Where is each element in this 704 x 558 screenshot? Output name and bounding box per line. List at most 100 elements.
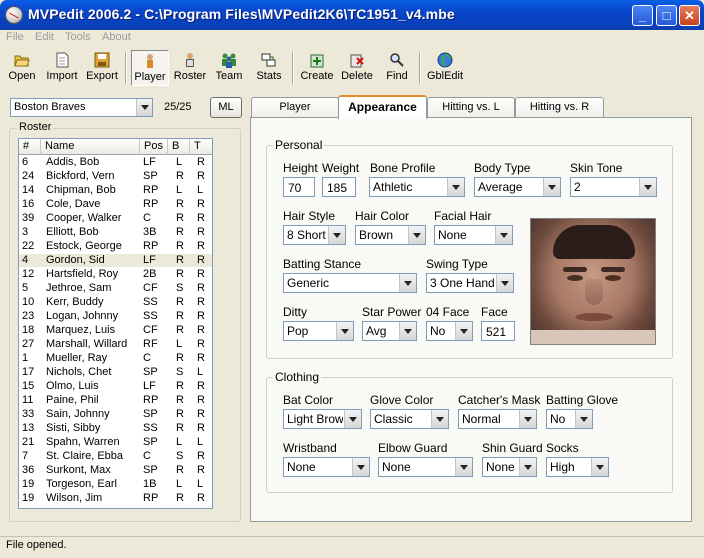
height-label: Height — [283, 161, 318, 175]
team-select[interactable]: Boston Braves — [10, 98, 153, 117]
column-header-pos[interactable]: Pos — [140, 139, 168, 155]
glove-color-select[interactable]: Classic — [370, 409, 449, 429]
table-row[interactable]: 39 Cooper, Walker C R R — [19, 212, 212, 225]
batting-stance-select[interactable]: Generic — [283, 273, 417, 293]
roster-list[interactable]: # Name Pos B T 6 Addis, Bob LF L R 24 Bickford… — [18, 138, 213, 509]
menu-file[interactable]: File — [6, 31, 24, 43]
table-row[interactable]: 12 Hartsfield, Roy 2B R R — [19, 268, 212, 281]
tab-hitting-vs-r[interactable]: Hitting vs. R — [515, 97, 604, 117]
chevron-down-icon[interactable] — [591, 458, 608, 476]
tab-player[interactable]: Player — [251, 97, 339, 117]
chevron-down-icon[interactable] — [336, 322, 353, 340]
delete-button[interactable]: Delete — [338, 50, 376, 86]
create-button[interactable]: Create — [298, 50, 336, 86]
face-label: Face — [481, 305, 508, 319]
ml-button[interactable]: ML — [210, 97, 242, 118]
table-row[interactable]: 11 Paine, Phil RP R R — [19, 394, 212, 407]
table-row[interactable]: 3 Elliott, Bob 3B R R — [19, 226, 212, 239]
face04-select[interactable]: No — [426, 321, 473, 341]
column-header-bats[interactable]: B — [168, 139, 190, 155]
menu-about[interactable]: About — [102, 31, 131, 43]
chevron-down-icon[interactable] — [519, 458, 536, 476]
chevron-down-icon[interactable] — [344, 410, 361, 428]
chevron-down-icon[interactable] — [455, 322, 472, 340]
minimize-button[interactable]: _ — [632, 5, 653, 26]
table-row[interactable]: 4 Gordon, Sid LF R R — [19, 254, 212, 267]
chevron-down-icon[interactable] — [328, 226, 345, 244]
table-row[interactable]: 23 Logan, Johnny SS R R — [19, 310, 212, 323]
hair-style-select[interactable]: 8 Short H — [283, 225, 346, 245]
table-row[interactable]: 19 Torgeson, Earl 1B L L — [19, 478, 212, 491]
elbow-guard-select[interactable]: None — [378, 457, 473, 477]
table-row[interactable]: 27 Marshall, Willard RF L R — [19, 338, 212, 351]
wristband-select[interactable]: None — [283, 457, 370, 477]
chevron-down-icon[interactable] — [399, 274, 416, 292]
column-header-name[interactable]: Name — [41, 139, 140, 155]
table-row[interactable]: 1 Mueller, Ray C R R — [19, 352, 212, 365]
body-type-select[interactable]: Average — [474, 177, 561, 197]
menu-tools[interactable]: Tools — [65, 31, 91, 43]
table-row[interactable]: 22 Estock, George RP R R — [19, 240, 212, 253]
table-row[interactable]: 15 Olmo, Luis LF R R — [19, 380, 212, 393]
stats-button[interactable]: Stats — [252, 50, 286, 86]
table-row[interactable]: 33 Sain, Johnny SP R R — [19, 408, 212, 421]
chevron-down-icon[interactable] — [447, 178, 464, 196]
socks-select[interactable]: High — [546, 457, 609, 477]
face-field[interactable]: 521 — [481, 321, 515, 341]
gbledit-button[interactable]: GblEdit — [425, 50, 465, 86]
table-row[interactable]: 36 Surkont, Max SP R R — [19, 464, 212, 477]
chevron-down-icon[interactable] — [496, 274, 513, 292]
table-row[interactable]: 16 Cole, Dave RP R R — [19, 198, 212, 211]
open-button[interactable]: Open — [4, 50, 40, 86]
player-button[interactable]: Player — [131, 50, 169, 86]
team-button[interactable]: Team — [212, 50, 246, 86]
table-row[interactable]: 21 Spahn, Warren SP L L — [19, 436, 212, 449]
swing-type-select[interactable]: 3 One Hand — [426, 273, 514, 293]
table-row[interactable]: 7 St. Claire, Ebba C S R — [19, 450, 212, 463]
chevron-down-icon[interactable] — [495, 226, 512, 244]
export-button[interactable]: Export — [84, 50, 120, 86]
chevron-down-icon[interactable] — [519, 410, 536, 428]
shin-guard-select[interactable]: None — [482, 457, 537, 477]
table-row[interactable]: 24 Bickford, Vern SP R R — [19, 170, 212, 183]
hair-color-select[interactable]: Brown — [355, 225, 426, 245]
batting-glove-select[interactable]: No — [546, 409, 593, 429]
chevron-down-icon[interactable] — [575, 410, 592, 428]
table-row[interactable]: 6 Addis, Bob LF L R — [19, 156, 212, 169]
find-button[interactable]: Find — [381, 50, 413, 86]
table-row[interactable]: 17 Nichols, Chet SP S L — [19, 366, 212, 379]
table-row[interactable]: 13 Sisti, Sibby SS R R — [19, 422, 212, 435]
chevron-down-icon[interactable] — [352, 458, 369, 476]
maximize-button[interactable]: □ — [656, 5, 677, 26]
star-power-select[interactable]: Avg — [362, 321, 417, 341]
close-button[interactable]: ✕ — [679, 5, 700, 26]
table-row[interactable]: 5 Jethroe, Sam CF S R — [19, 282, 212, 295]
ditty-select[interactable]: Pop — [283, 321, 354, 341]
catchers-mask-select[interactable]: Normal — [458, 409, 537, 429]
import-button[interactable]: Import — [43, 50, 81, 86]
tab-appearance[interactable]: Appearance — [338, 95, 427, 119]
table-row[interactable]: 10 Kerr, Buddy SS R R — [19, 296, 212, 309]
roster-button[interactable]: Roster — [171, 50, 209, 86]
chevron-down-icon[interactable] — [408, 226, 425, 244]
column-header-throws[interactable]: T — [190, 139, 212, 155]
chevron-down-icon[interactable] — [543, 178, 560, 196]
skin-tone-select[interactable]: 2 — [570, 177, 657, 197]
bat-color-select[interactable]: Light Brown — [283, 409, 362, 429]
facial-hair-select[interactable]: None — [434, 225, 513, 245]
chevron-down-icon[interactable] — [399, 322, 416, 340]
bone-profile-select[interactable]: Athletic — [369, 177, 465, 197]
tab-hitting-vs-l[interactable]: Hitting vs. L — [427, 97, 515, 117]
weight-field[interactable]: 185 — [322, 177, 356, 197]
table-row[interactable]: 18 Marquez, Luis CF R R — [19, 324, 212, 337]
height-field[interactable]: 70 — [283, 177, 315, 197]
menu-edit[interactable]: Edit — [35, 31, 54, 43]
table-row[interactable]: 19 Wilson, Jim RP R R — [19, 492, 212, 505]
chevron-down-icon[interactable] — [431, 410, 448, 428]
chevron-down-icon[interactable] — [639, 178, 656, 196]
chevron-down-icon[interactable] — [455, 458, 472, 476]
app-baseball-icon[interactable] — [5, 6, 23, 24]
table-row[interactable]: 14 Chipman, Bob RP L L — [19, 184, 212, 197]
chevron-down-icon[interactable] — [136, 99, 152, 116]
column-header-number[interactable]: # — [19, 139, 41, 155]
